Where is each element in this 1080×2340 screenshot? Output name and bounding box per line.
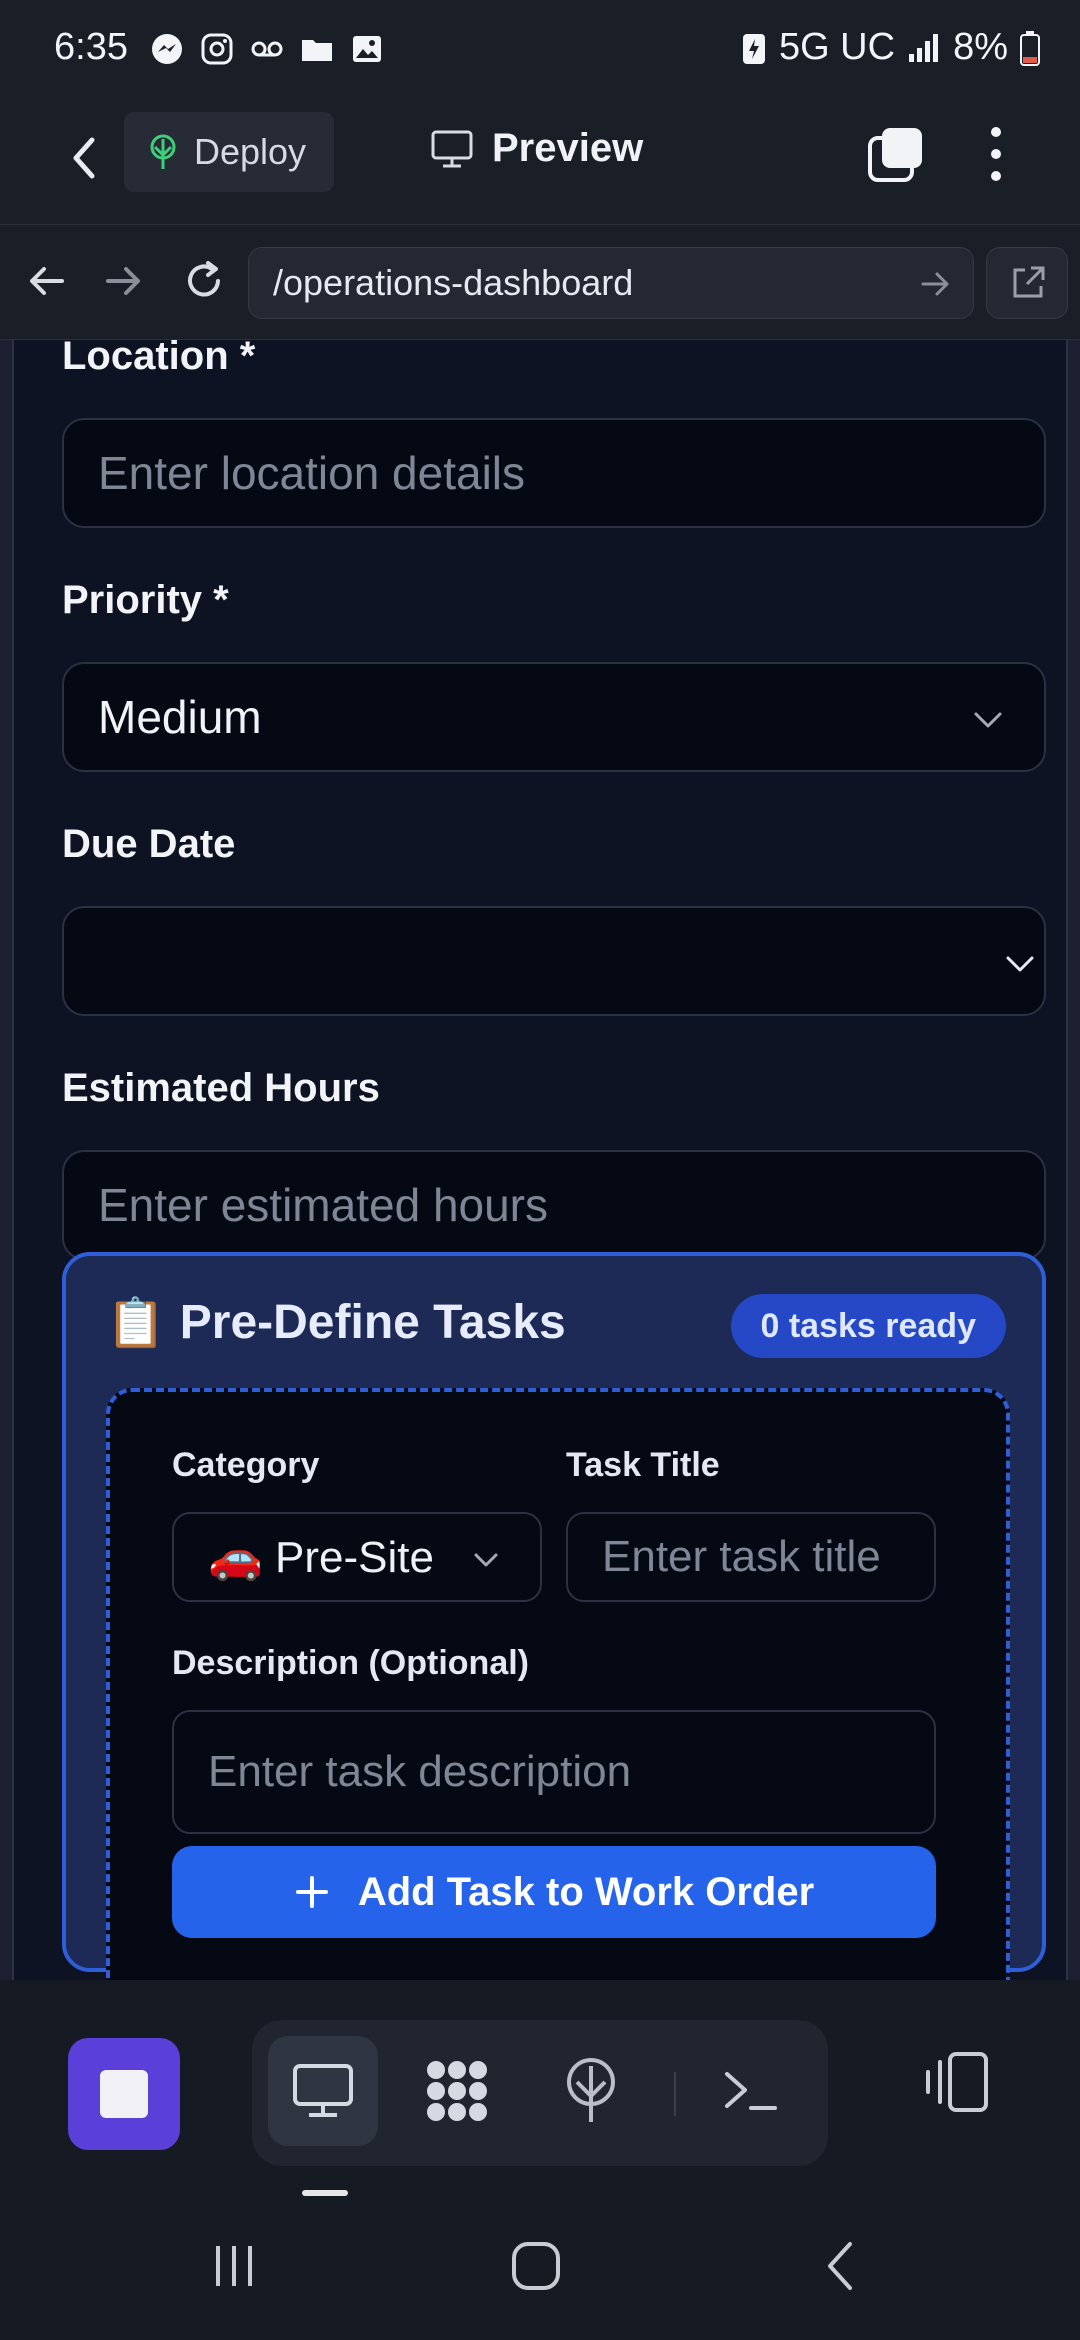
external-link-icon bbox=[1013, 266, 1045, 298]
description-label: Description (Optional) bbox=[172, 1644, 529, 1682]
tasks-ready-badge: 0 tasks ready bbox=[730, 1294, 1006, 1358]
stop-button[interactable] bbox=[68, 2038, 180, 2150]
terminal-icon bbox=[725, 2072, 777, 2110]
deploy-tree-icon bbox=[150, 134, 176, 169]
messenger-icon bbox=[152, 34, 182, 64]
gallery-icon bbox=[353, 36, 381, 62]
clock: 6:35 bbox=[54, 26, 128, 68]
chevron-down-icon bbox=[474, 1553, 498, 1567]
estimated-hours-label: Estimated Hours bbox=[62, 1066, 380, 1110]
task-title-input[interactable]: Enter task title bbox=[566, 1512, 936, 1602]
windows-icon[interactable] bbox=[866, 124, 926, 184]
home-icon[interactable] bbox=[506, 2236, 566, 2296]
battery-icon bbox=[1020, 30, 1040, 66]
voicemail-icon bbox=[251, 41, 283, 57]
integrations-icon bbox=[427, 2061, 487, 2121]
description-placeholder: Enter task description bbox=[208, 1747, 632, 1796]
tab-deployments[interactable] bbox=[536, 2036, 646, 2146]
system-status: 5G UC 8% bbox=[741, 26, 1040, 69]
url-bar[interactable]: /operations-dashboard bbox=[248, 247, 974, 319]
app-bar: Deploy Preview bbox=[0, 100, 1080, 224]
battery-saver-icon bbox=[742, 33, 765, 64]
preview-label: Preview bbox=[492, 126, 644, 170]
location-label: Location * bbox=[62, 340, 256, 378]
clipboard-icon: 📋 bbox=[106, 1297, 166, 1350]
estimated-hours-placeholder: Enter estimated hours bbox=[98, 1179, 549, 1231]
due-date-label: Due Date bbox=[62, 822, 236, 866]
panel-title-text: Pre-Define Tasks bbox=[179, 1296, 566, 1349]
bottom-toolbar bbox=[0, 1980, 1080, 2190]
monitor-icon bbox=[431, 130, 473, 167]
deploy-tree-icon bbox=[567, 2058, 615, 2122]
device-toggle-icon[interactable] bbox=[920, 2046, 992, 2118]
page-content: Location * Enter location details Priori… bbox=[0, 340, 1080, 1980]
task-title-label: Task Title bbox=[566, 1446, 720, 1484]
plus-icon bbox=[295, 1876, 328, 1908]
location-input[interactable]: Enter location details bbox=[62, 418, 1046, 528]
priority-value: Medium bbox=[98, 691, 262, 743]
battery-percent: 8% bbox=[953, 26, 1008, 68]
folder-icon bbox=[302, 40, 332, 61]
preview-tab[interactable]: Preview bbox=[430, 126, 643, 171]
toolbar-divider bbox=[674, 2072, 676, 2116]
work-order-form: Location * Enter location details Priori… bbox=[12, 340, 1068, 1980]
back-arrow-icon[interactable] bbox=[56, 128, 116, 188]
tab-preview[interactable] bbox=[268, 2036, 378, 2146]
monitor-icon bbox=[293, 2064, 353, 2117]
task-title-placeholder: Enter task title bbox=[602, 1532, 881, 1581]
category-label: Category bbox=[172, 1446, 320, 1484]
network-type: 5G UC bbox=[778, 26, 896, 68]
recents-icon[interactable] bbox=[204, 2236, 264, 2296]
panel-title: 📋 Pre-Define Tasks bbox=[106, 1294, 566, 1351]
more-options-icon[interactable] bbox=[976, 122, 1016, 186]
open-external-button[interactable] bbox=[986, 247, 1068, 319]
priority-label: Priority * bbox=[62, 578, 229, 622]
predefine-tasks-panel: 📋 Pre-Define Tasks 0 tasks ready Categor… bbox=[62, 1252, 1046, 1980]
reload-icon[interactable] bbox=[178, 255, 230, 307]
deploy-button[interactable]: Deploy bbox=[124, 112, 334, 192]
description-textarea[interactable]: Enter task description bbox=[172, 1710, 936, 1834]
system-back-icon[interactable] bbox=[812, 2236, 872, 2296]
signal-icon bbox=[909, 33, 939, 62]
task-entry-box: Category 🚗 Pre-Site Task Title Enter tas… bbox=[106, 1388, 1010, 1980]
chevron-down-icon[interactable] bbox=[1004, 948, 1036, 980]
tool-tabs bbox=[252, 2020, 828, 2166]
browser-toolbar: /operations-dashboard bbox=[0, 224, 1080, 340]
add-task-button[interactable]: Add Task to Work Order bbox=[172, 1846, 936, 1938]
category-select[interactable]: 🚗 Pre-Site bbox=[172, 1512, 542, 1602]
estimated-hours-input[interactable]: Enter estimated hours bbox=[62, 1150, 1046, 1260]
location-placeholder: Enter location details bbox=[98, 447, 526, 499]
browser-forward-icon[interactable] bbox=[98, 255, 150, 307]
due-date-input[interactable] bbox=[62, 906, 1046, 1016]
browser-back-icon[interactable] bbox=[20, 255, 72, 307]
status-bar: 6:35 5G UC 8% bbox=[0, 0, 1080, 100]
priority-select[interactable]: Medium bbox=[62, 662, 1046, 772]
system-navigation-bar bbox=[0, 2196, 1080, 2340]
add-task-label: Add Task to Work Order bbox=[357, 1869, 815, 1914]
tab-integrations[interactable] bbox=[402, 2036, 512, 2146]
tab-console[interactable] bbox=[696, 2036, 806, 2146]
category-value: 🚗 Pre-Site bbox=[208, 1533, 434, 1582]
url-text: /operations-dashboard bbox=[273, 262, 634, 303]
deploy-label: Deploy bbox=[194, 131, 307, 172]
stop-icon bbox=[100, 2070, 148, 2118]
chevron-down-icon bbox=[974, 712, 1002, 728]
go-arrow-icon[interactable] bbox=[915, 264, 955, 304]
instagram-icon bbox=[201, 33, 233, 65]
notification-icons bbox=[150, 32, 384, 66]
